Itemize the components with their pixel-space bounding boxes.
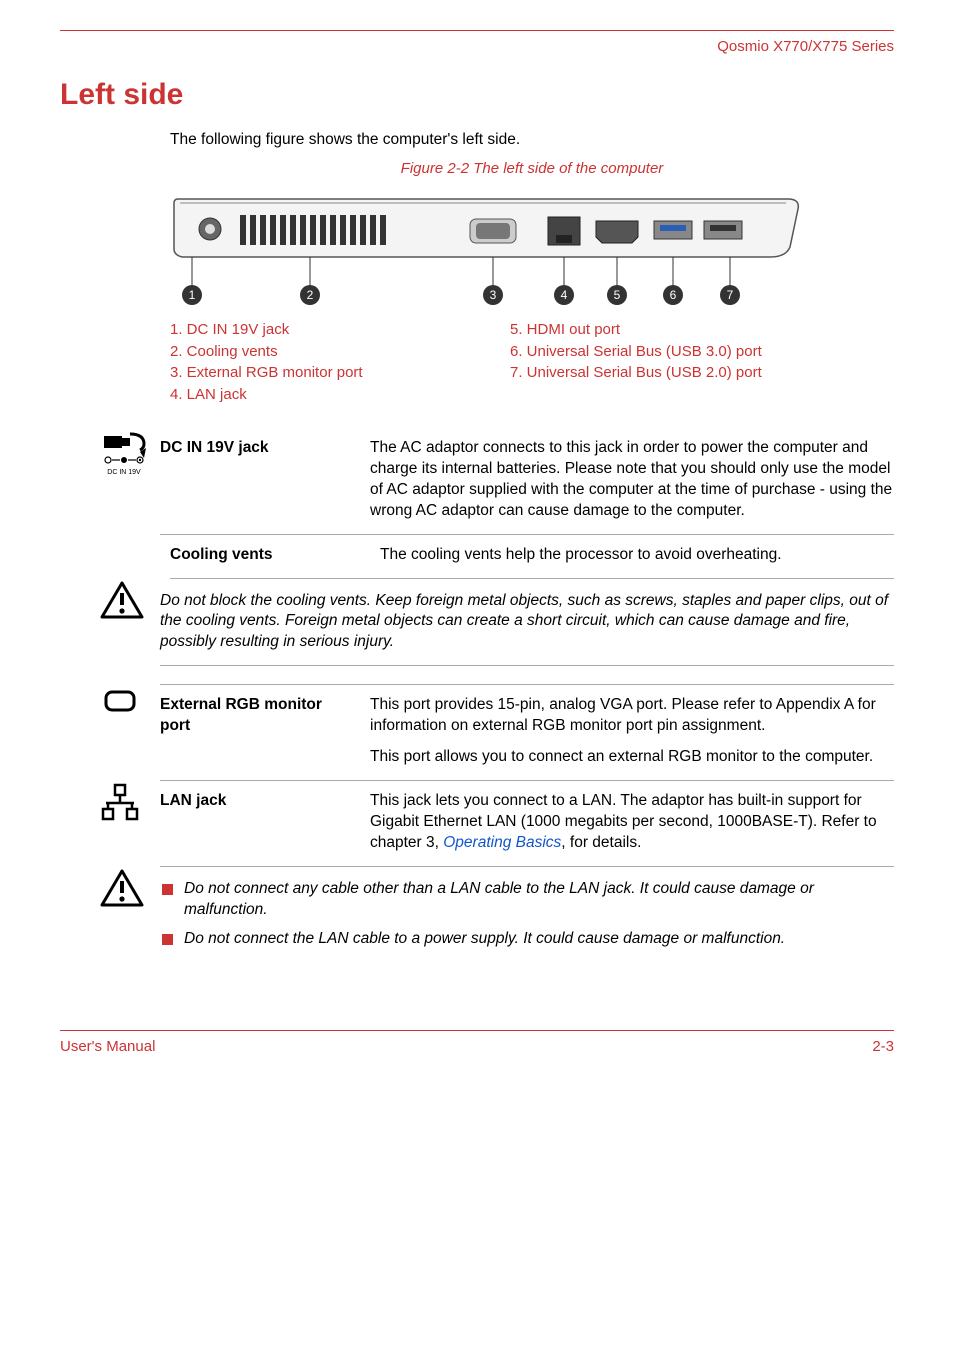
svg-text:5: 5 <box>614 288 621 302</box>
legend-item: 6. Universal Serial Bus (USB 3.0) port <box>510 341 762 363</box>
lan-desc-post: , for details. <box>561 834 641 851</box>
warning-cooling-text: Do not block the cooling vents. Keep for… <box>160 591 894 654</box>
dc-plug-icon: DC IN 19V <box>100 428 160 483</box>
svg-text:DC IN 19V: DC IN 19V <box>107 469 141 476</box>
svg-text:6: 6 <box>670 288 677 302</box>
monitor-port-icon <box>100 684 160 723</box>
legend-item: 4. LAN jack <box>170 384 470 406</box>
section-title: Left side <box>60 75 894 116</box>
warning-lan-item: Do not connect any cable other than a LA… <box>160 879 894 921</box>
operating-basics-link[interactable]: Operating Basics <box>443 834 561 851</box>
svg-text:3: 3 <box>490 288 497 302</box>
svg-text:4: 4 <box>561 288 568 302</box>
svg-text:2: 2 <box>307 288 314 302</box>
header-rule <box>60 30 894 31</box>
spec-desc-rgb: This port provides 15-pin, analog VGA po… <box>370 695 894 768</box>
diagram-legend: 1. DC IN 19V jack 2. Cooling vents 3. Ex… <box>170 319 894 406</box>
legend-item: 2. Cooling vents <box>170 341 470 363</box>
header-series: Qosmio X770/X775 Series <box>60 37 894 57</box>
spec-desc-dcin: The AC adaptor connects to this jack in … <box>370 438 894 522</box>
lan-icon <box>100 781 160 830</box>
spec-term-lan: LAN jack <box>160 791 360 854</box>
spec-term-cooling: Cooling vents <box>170 545 370 566</box>
spec-term-rgb: External RGB monitor port <box>160 695 360 768</box>
spec-desc-rgb-p1: This port provides 15-pin, analog VGA po… <box>370 695 894 737</box>
warning-lan-item: Do not connect the LAN cable to a power … <box>160 929 894 950</box>
footer-left: User's Manual <box>60 1037 155 1057</box>
svg-text:7: 7 <box>727 288 734 302</box>
legend-item: 1. DC IN 19V jack <box>170 319 470 341</box>
legend-item: 5. HDMI out port <box>510 319 762 341</box>
warning-icon <box>100 867 160 916</box>
spec-desc-rgb-p2: This port allows you to connect an exter… <box>370 747 894 768</box>
legend-item: 3. External RGB monitor port <box>170 362 470 384</box>
intro-text: The following figure shows the computer'… <box>170 130 894 151</box>
spec-desc-cooling: The cooling vents help the processor to … <box>380 545 894 566</box>
legend-item: 7. Universal Serial Bus (USB 2.0) port <box>510 362 762 384</box>
figure-caption: Figure 2-2 The left side of the computer <box>170 159 894 179</box>
svg-text:1: 1 <box>189 288 196 302</box>
left-side-diagram: 1 2 3 4 5 6 7 <box>170 189 894 309</box>
footer-right: 2-3 <box>872 1037 894 1057</box>
spec-desc-lan: This jack lets you connect to a LAN. The… <box>370 791 894 854</box>
spec-term-dcin: DC IN 19V jack <box>160 438 360 522</box>
warning-icon <box>100 579 160 628</box>
